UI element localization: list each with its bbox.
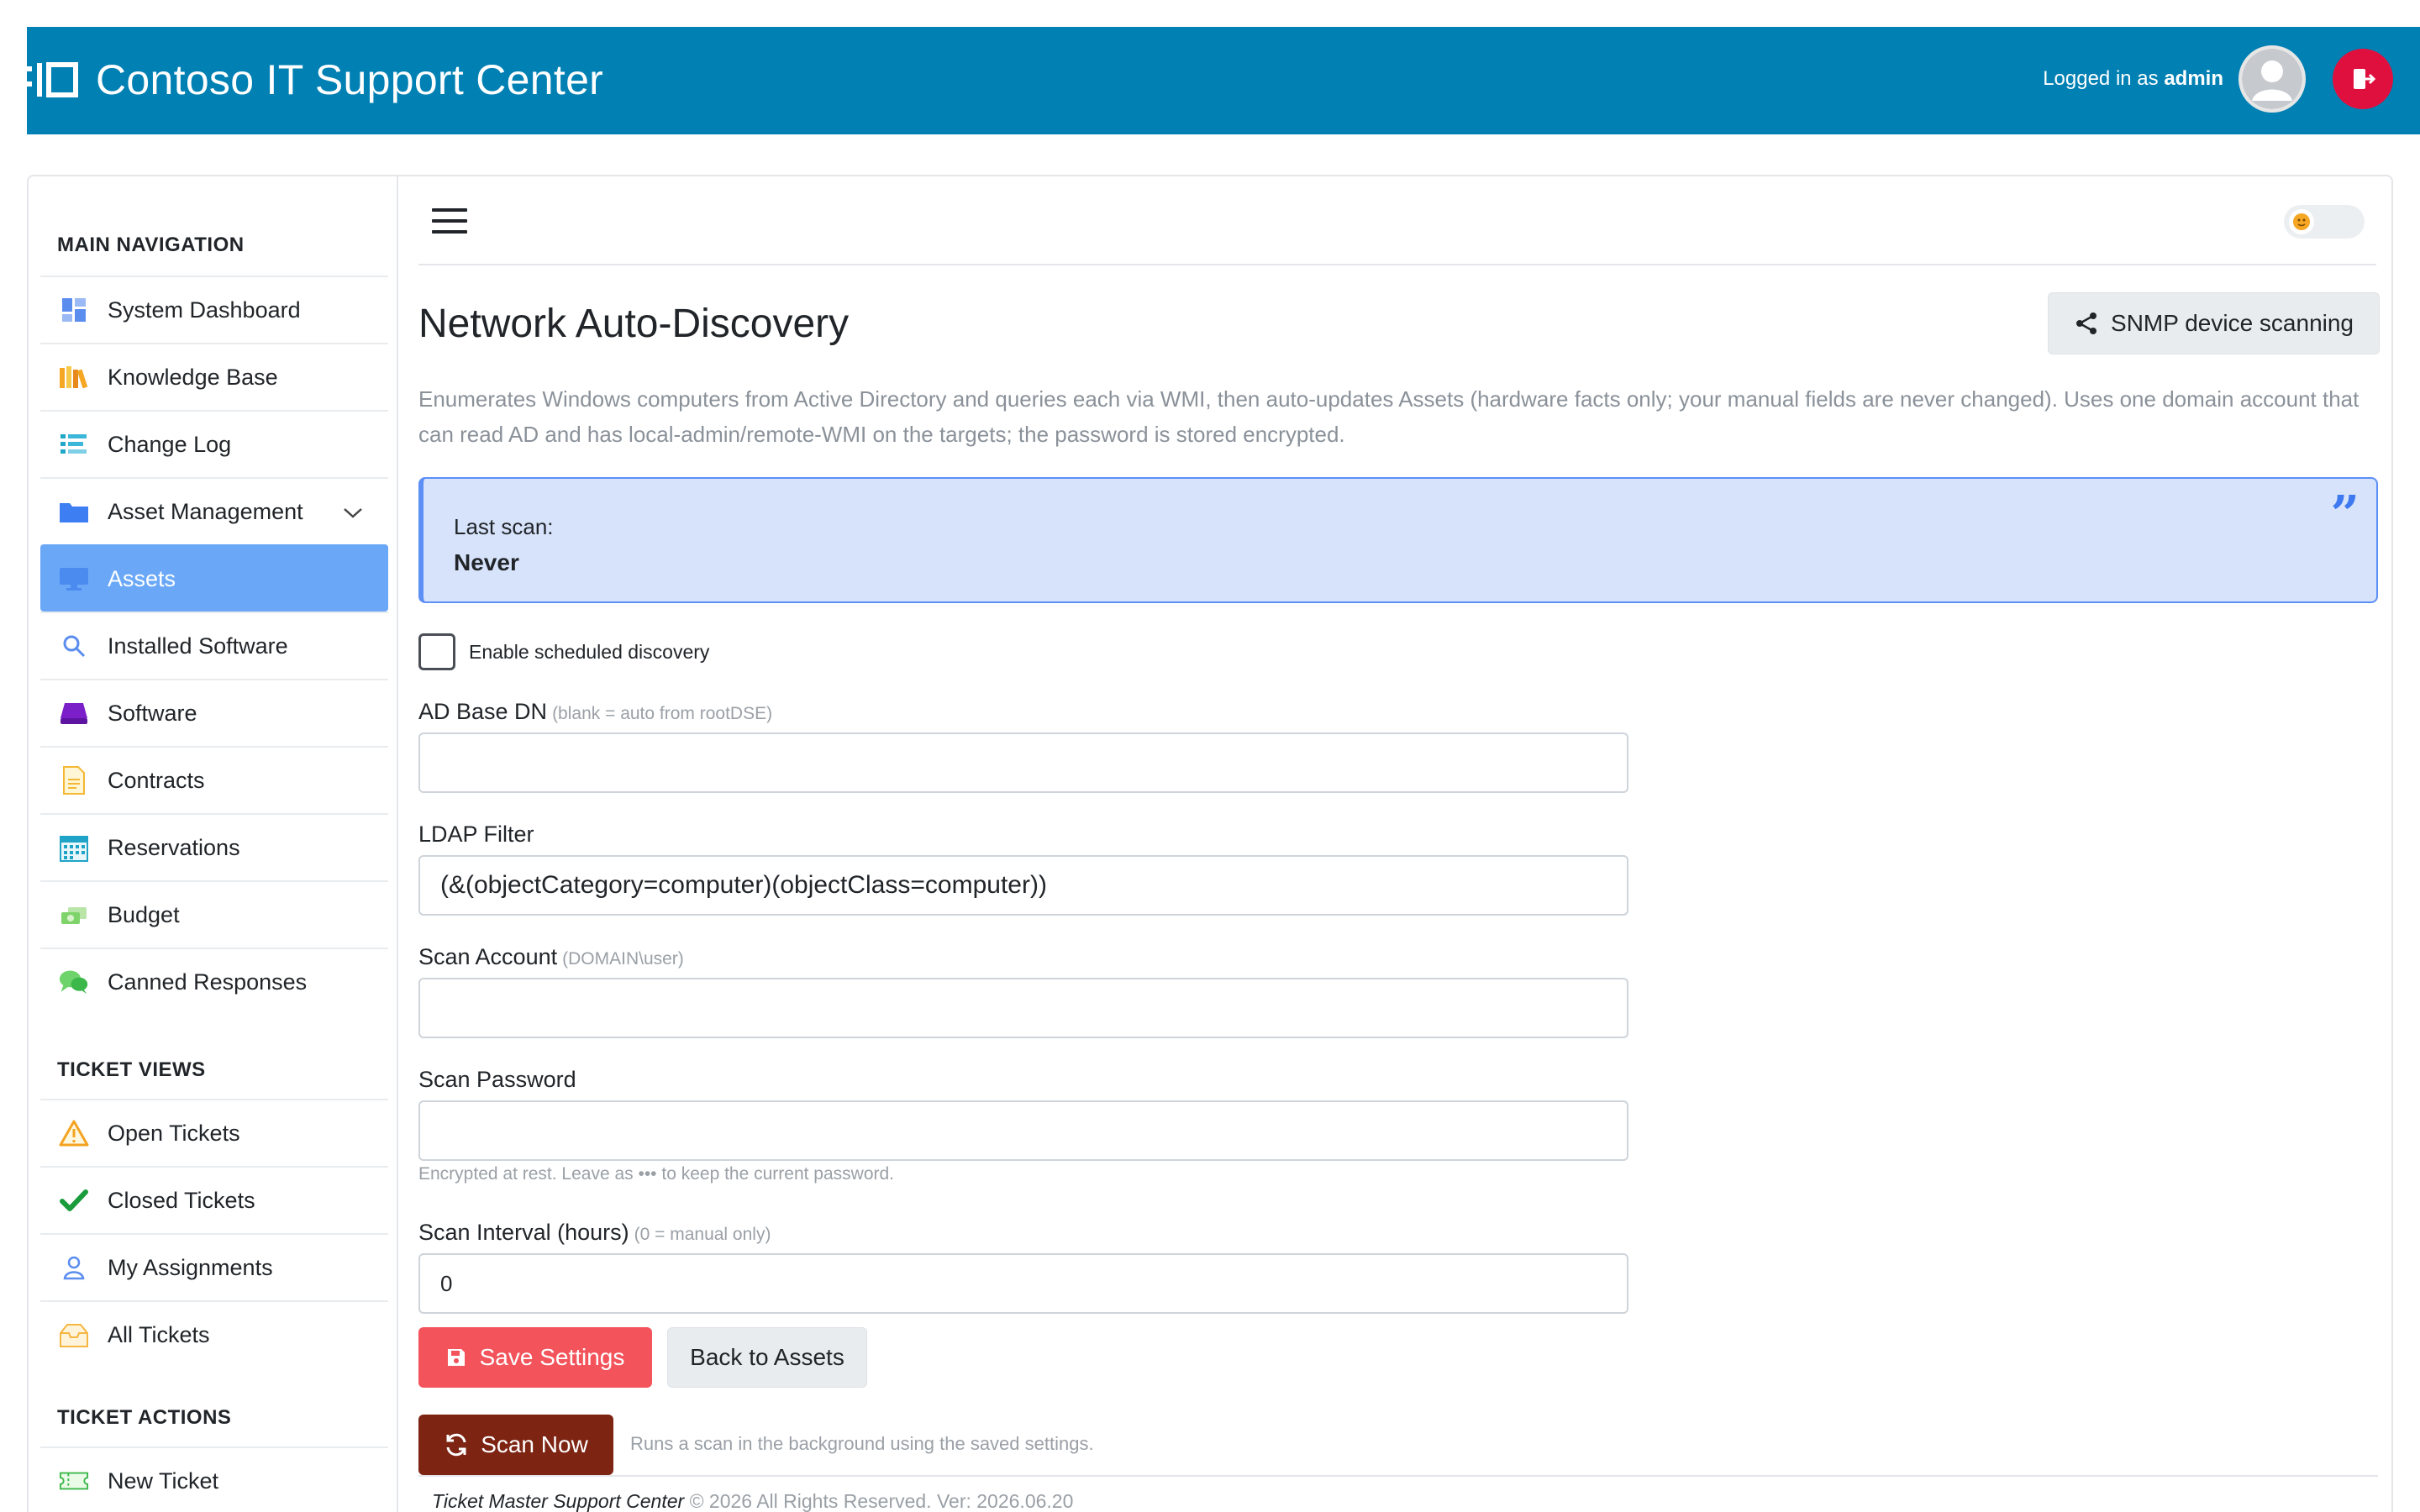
sidebar-item-closed-tickets[interactable]: Closed Tickets: [40, 1166, 388, 1233]
base-dn-label: AD Base DN (blank = auto from rootDSE): [418, 699, 773, 724]
sidebar-item-reservations[interactable]: Reservations: [40, 813, 388, 880]
logout-button[interactable]: [2333, 49, 2393, 109]
ticket-actions-heading: TICKET ACTIONS: [57, 1406, 232, 1429]
main-navigation-list: System Dashboard Knowledge Base Change L…: [40, 276, 388, 1015]
search-icon: [59, 631, 89, 661]
page-title: Network Auto-Discovery: [418, 302, 850, 346]
folder-icon: [59, 496, 89, 527]
scan-password-label: Scan Password: [418, 1067, 576, 1092]
scan-interval-input[interactable]: [418, 1253, 1628, 1314]
list-icon: [59, 429, 89, 459]
quote-icon: ”: [2330, 486, 2360, 544]
sidebar-item-all-tickets[interactable]: All Tickets: [40, 1300, 388, 1368]
sidebar-item-contracts[interactable]: Contracts: [40, 746, 388, 813]
theme-toggle[interactable]: [2284, 205, 2365, 239]
scan-now-button[interactable]: Scan Now: [418, 1415, 613, 1475]
money-icon: [59, 900, 89, 930]
base-dn-hint: (blank = auto from rootDSE): [552, 704, 773, 723]
content-toolbar: [418, 176, 2376, 265]
chat-icon: [59, 967, 89, 997]
snmp-scanning-button[interactable]: SNMP device scanning: [2048, 292, 2380, 354]
username: admin: [2164, 67, 2223, 90]
inbox-icon: [59, 1320, 89, 1350]
document-icon: [59, 765, 89, 795]
sidebar-item-change-log[interactable]: Change Log: [40, 410, 388, 477]
save-icon: [447, 1349, 465, 1366]
password-help-text: Encrypted at rest. Leave as ••• to keep …: [418, 1164, 895, 1184]
main-navigation-heading: MAIN NAVIGATION: [57, 234, 245, 256]
user-icon: [59, 1252, 89, 1283]
sidebar-item-installed-software[interactable]: Installed Software: [40, 612, 388, 679]
enable-discovery-label[interactable]: Enable scheduled discovery: [469, 641, 709, 664]
base-dn-input[interactable]: [418, 732, 1628, 793]
menu-toggle-button[interactable]: [432, 208, 467, 234]
back-to-assets-button[interactable]: Back to Assets: [667, 1327, 867, 1388]
sidebar-item-asset-management[interactable]: Asset Management: [40, 477, 388, 544]
brand-logo-icon: [27, 61, 84, 98]
sidebar-item-system-dashboard[interactable]: System Dashboard: [40, 276, 388, 343]
logout-icon: [2354, 69, 2376, 89]
drive-icon: [59, 698, 89, 728]
sidebar-item-canned-responses[interactable]: Canned Responses: [40, 948, 388, 1015]
scan-account-hint: (DOMAIN\user): [562, 949, 684, 969]
enable-discovery-checkbox[interactable]: [418, 633, 455, 670]
sidebar-item-software[interactable]: Software: [40, 679, 388, 746]
footer-text: © 2026 All Rights Reserved. Ver: 2026.06…: [689, 1490, 1074, 1512]
last-scan-value: Never: [454, 549, 519, 575]
scan-interval-label: Scan Interval (hours) (0 = manual only): [418, 1220, 771, 1245]
scan-account-input[interactable]: [418, 978, 1628, 1038]
ticket-icon: [59, 1466, 89, 1496]
sidebar-item-budget[interactable]: Budget: [40, 880, 388, 948]
ticket-actions-list: New Ticket: [40, 1446, 388, 1512]
warning-icon: [59, 1118, 89, 1148]
scan-interval-hint: (0 = manual only): [634, 1225, 771, 1244]
scan-account-label: Scan Account (DOMAIN\user): [418, 944, 684, 969]
refresh-icon: [446, 1433, 466, 1457]
logged-in-text: Logged in as admin: [2043, 67, 2223, 90]
brand[interactable]: Contoso IT Support Center: [27, 55, 603, 104]
last-scan-callout: Last scan: Never ”: [418, 477, 2378, 603]
checkmark-icon: [59, 1185, 89, 1215]
sidebar-item-my-assignments[interactable]: My Assignments: [40, 1233, 388, 1300]
ticket-views-list: Open Tickets Closed Tickets My Assignmen…: [40, 1099, 388, 1368]
user-avatar-icon: [2242, 49, 2302, 109]
dashboard-icon: [59, 295, 89, 325]
scan-password-input[interactable]: [418, 1100, 1628, 1161]
ticket-views-heading: TICKET VIEWS: [57, 1058, 206, 1081]
share-icon: [2076, 312, 2097, 334]
main-content: Network Auto-Discovery SNMP device scann…: [398, 176, 2393, 1512]
scan-now-note: Runs a scan in the background using the …: [630, 1433, 1094, 1454]
monitor-icon: [59, 564, 89, 594]
footer: Ticket Master Support Center © 2026 All …: [418, 1475, 2378, 1512]
sidebar-item-knowledge-base[interactable]: Knowledge Base: [40, 343, 388, 410]
last-scan-label: Last scan:: [454, 514, 554, 539]
chevron-down-icon[interactable]: [343, 499, 363, 525]
sidebar-item-new-ticket[interactable]: New Ticket: [40, 1446, 388, 1512]
app-title: Contoso IT Support Center: [96, 56, 604, 103]
page-description: Enumerates Windows computers from Active…: [418, 386, 2360, 447]
enable-discovery-row: Enable scheduled discovery: [418, 633, 709, 670]
sidebar-item-open-tickets[interactable]: Open Tickets: [40, 1099, 388, 1166]
sidebar: MAIN NAVIGATION System Dashboard Knowled…: [29, 176, 398, 1512]
ldap-filter-label: LDAP Filter: [418, 822, 534, 847]
books-icon: [59, 362, 89, 392]
sun-icon: [2289, 209, 2314, 234]
footer-app-name: Ticket Master Support Center: [432, 1490, 685, 1512]
sidebar-item-assets[interactable]: Assets: [40, 544, 388, 612]
avatar[interactable]: [2238, 45, 2306, 113]
main-wrapper: MAIN NAVIGATION System Dashboard Knowled…: [27, 175, 2393, 1512]
calendar-icon: [59, 832, 89, 863]
ldap-filter-input[interactable]: [418, 855, 1628, 916]
app-header: Contoso IT Support Center Logged in as a…: [27, 27, 2420, 134]
save-settings-button[interactable]: Save Settings: [418, 1327, 652, 1388]
